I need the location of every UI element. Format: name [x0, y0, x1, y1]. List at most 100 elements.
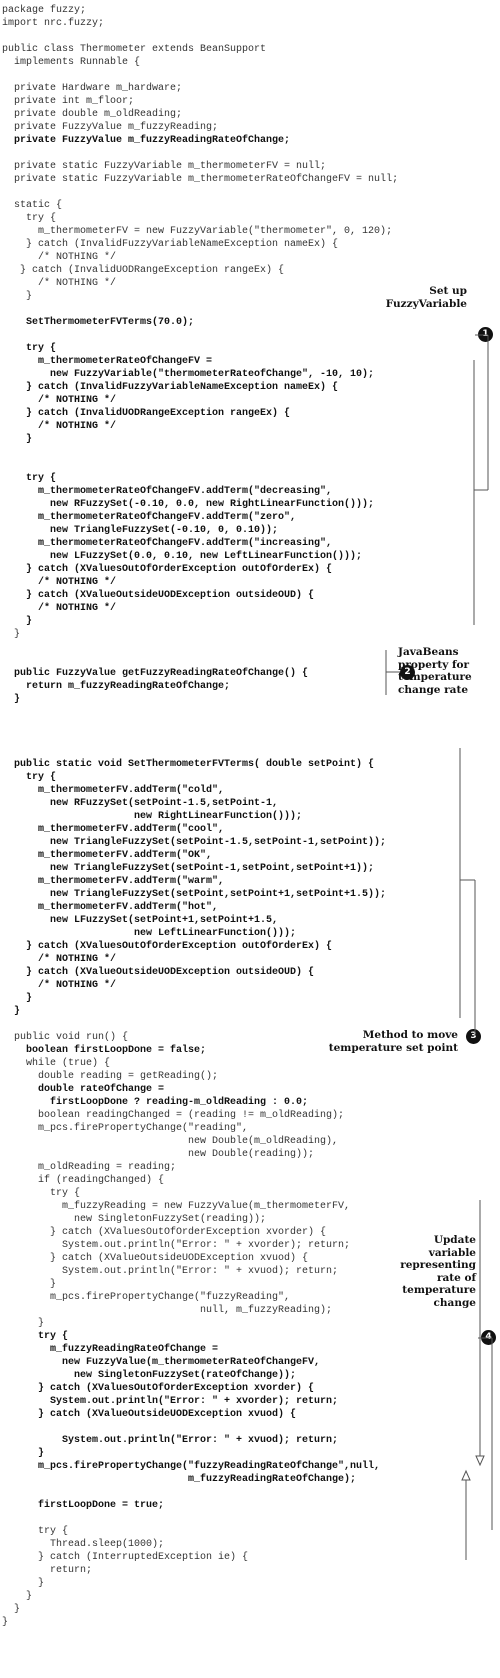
code-line: new TriangleFuzzySet(setPoint,setPoint+1… — [2, 889, 387, 900]
code-line: /* NOTHING */ — [2, 603, 117, 614]
code-line: m_thermometerFV = new FuzzyVariable("the… — [2, 226, 393, 237]
code-line: System.out.println("Error: " + xvorder);… — [2, 1396, 339, 1407]
code-line: try { — [2, 343, 57, 354]
code-line: private static FuzzyVariable m_thermomet… — [2, 174, 399, 185]
code-line: m_thermometerFV.addTerm("cold", — [2, 785, 225, 796]
code-line: import nrc.fuzzy; — [2, 18, 105, 29]
code-line: } catch (InvalidUODRangeException rangeE… — [2, 265, 285, 276]
code-line: /* NOTHING */ — [2, 421, 117, 432]
code-line: /* NOTHING */ — [2, 395, 117, 406]
code-line: boolean readingChanged = (reading != m_o… — [2, 1110, 345, 1121]
code-line: new LFuzzySet(0.0, 0.10, new LeftLinearF… — [2, 551, 363, 562]
code-line: Thread.sleep(1000); — [2, 1539, 165, 1550]
code-line: m_thermometerFV.addTerm("warm", — [2, 876, 225, 887]
code-line: } — [2, 993, 33, 1004]
code-line: m_fuzzyReading = new FuzzyValue(m_thermo… — [2, 1201, 351, 1212]
annotation-1-label: Set up FuzzyVariable — [385, 285, 467, 310]
code-line: public FuzzyValue getFuzzyReadingRateOfC… — [2, 668, 309, 679]
code-line: new FuzzyValue(m_thermometerRateOfChange… — [2, 1357, 321, 1368]
code-line: new SingletonFuzzySet(reading)); — [2, 1214, 267, 1225]
code-line: } catch (XValueOutsideUODException outsi… — [2, 967, 315, 978]
code-line: m_pcs.firePropertyChange("fuzzyReading", — [2, 1292, 291, 1303]
code-line: new SingletonFuzzySet(rateOfChange)); — [2, 1370, 297, 1381]
code-line: new TriangleFuzzySet(-0.10, 0, 0.10)); — [2, 525, 279, 536]
code-line: public class Thermometer extends BeanSup… — [2, 44, 267, 55]
code-line: } — [2, 1279, 57, 1290]
code-line: try { — [2, 1526, 69, 1537]
code-line: return m_fuzzyReadingRateOfChange; — [2, 681, 231, 692]
code-line: try { — [2, 473, 57, 484]
code-line: } catch (XValueOutsideUODException xvuod… — [2, 1253, 309, 1264]
code-line: } — [2, 1617, 9, 1628]
code-line: return; — [2, 1565, 93, 1576]
code-line: m_pcs.firePropertyChange("fuzzyReadingRa… — [2, 1461, 381, 1472]
annotation-3-label: Method to move temperature set point — [328, 1029, 458, 1054]
code-line: new LFuzzySet(setPoint+1,setPoint+1.5, — [2, 915, 279, 926]
code-line: private FuzzyValue m_fuzzyReadingRateOfC… — [2, 135, 291, 146]
code-line: private Hardware m_hardware; — [2, 83, 183, 94]
code-line: double rateOfChange = — [2, 1084, 165, 1095]
annotation-1-badge: 1 — [478, 327, 493, 342]
code-line: m_thermometerRateOfChangeFV.addTerm("inc… — [2, 538, 333, 549]
code-line: new LeftLinearFunction())); — [2, 928, 297, 939]
code-line: public void run() { — [2, 1032, 129, 1043]
code-line: } — [2, 291, 33, 302]
code-line: new TriangleFuzzySet(setPoint-1,setPoint… — [2, 863, 375, 874]
code-line: m_pcs.firePropertyChange("reading", — [2, 1123, 249, 1134]
code-line: new RightLinearFunction())); — [2, 811, 303, 822]
code-line: /* NOTHING */ — [2, 252, 117, 263]
code-line: try { — [2, 1331, 69, 1342]
code-line: m_fuzzyReadingRateOfChange); — [2, 1474, 357, 1485]
code-line: boolean firstLoopDone = false; — [2, 1045, 207, 1056]
code-line: } — [2, 1318, 45, 1329]
code-line: implements Runnable { — [2, 57, 141, 68]
code-line: m_thermometerFV.addTerm("cool", — [2, 824, 225, 835]
annotation-3-badge: 3 — [466, 1029, 481, 1044]
code-line: } catch (InvalidFuzzyVariableNameExcepti… — [2, 382, 339, 393]
code-line: } — [2, 1604, 21, 1615]
code-line: } — [2, 1006, 21, 1017]
annotation-4-label: Update variable representing rate of tem… — [400, 1234, 476, 1309]
code-line: m_oldReading = reading; — [2, 1162, 177, 1173]
code-line: public static void SetThermometerFVTerms… — [2, 759, 375, 770]
code-line: new TriangleFuzzySet(setPoint-1.5,setPoi… — [2, 837, 387, 848]
code-line: System.out.println("Error: " + xvorder);… — [2, 1240, 351, 1251]
code-line: /* NOTHING */ — [2, 278, 117, 289]
code-line: private double m_oldReading; — [2, 109, 183, 120]
code-line: System.out.println("Error: " + xvuod); r… — [2, 1266, 339, 1277]
code-line: double reading = getReading(); — [2, 1071, 219, 1082]
code-line: try { — [2, 772, 57, 783]
code-line: } catch (InvalidFuzzyVariableNameExcepti… — [2, 239, 339, 250]
code-line: } catch (XValuesOutOfOrderException outO… — [2, 941, 333, 952]
code-line: /* NOTHING */ — [2, 954, 117, 965]
code-line: } catch (XValueOutsideUODException xvuod… — [2, 1409, 297, 1420]
code-line: } — [2, 434, 33, 445]
code-line: SetThermometerFVTerms(70.0); — [2, 317, 195, 328]
code-line: } — [2, 1448, 45, 1459]
code-listing-page: package fuzzy; import nrc.fuzzy; public cl… — [0, 0, 500, 1678]
code-line: m_thermometerRateOfChangeFV = — [2, 356, 213, 367]
code-line: } — [2, 694, 21, 705]
code-line: package fuzzy; — [2, 5, 87, 16]
code-line: private static FuzzyVariable m_thermomet… — [2, 161, 327, 172]
code-line: m_fuzzyReadingRateOfChange = — [2, 1344, 219, 1355]
code-line: new Double(reading)); — [2, 1149, 315, 1160]
code-line: } — [2, 1591, 33, 1602]
code-line: static { — [2, 200, 63, 211]
code-line: new RFuzzySet(-0.10, 0.0, new RightLinea… — [2, 499, 375, 510]
code-line: System.out.println("Error: " + xvuod); r… — [2, 1435, 339, 1446]
code-line: } catch (XValuesOutOfOrderException xvor… — [2, 1227, 327, 1238]
code-line: } catch (XValuesOutOfOrderException xvor… — [2, 1383, 315, 1394]
code-line: try { — [2, 213, 57, 224]
code-line: while (true) { — [2, 1058, 111, 1069]
code-line: new FuzzyVariable("thermometerRateofChan… — [2, 369, 375, 380]
code-line: /* NOTHING */ — [2, 577, 117, 588]
code-line: m_thermometerRateOfChangeFV.addTerm("dec… — [2, 486, 333, 497]
code-line: } — [2, 616, 33, 627]
code-line: new RFuzzySet(setPoint-1.5,setPoint-1, — [2, 798, 279, 809]
code-line: /* NOTHING */ — [2, 980, 117, 991]
code-line: m_thermometerRateOfChangeFV.addTerm("zer… — [2, 512, 297, 523]
code-line: new Double(m_oldReading), — [2, 1136, 339, 1147]
code-line: } — [2, 629, 21, 640]
code-line: m_thermometerFV.addTerm("hot", — [2, 902, 219, 913]
